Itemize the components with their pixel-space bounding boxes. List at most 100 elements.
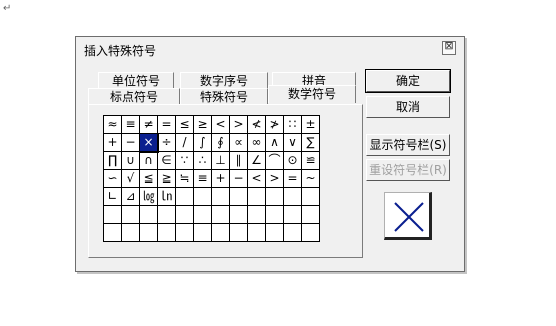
tab-unit-symbols[interactable]: 单位符号 bbox=[98, 72, 174, 88]
symbol-cell[interactable] bbox=[248, 224, 266, 242]
symbol-cell[interactable]: / bbox=[176, 134, 194, 152]
tab-label: 数字序号 bbox=[199, 74, 248, 88]
symbol-cell[interactable] bbox=[158, 206, 176, 224]
symbol-cell[interactable] bbox=[248, 188, 266, 206]
symbol-cell[interactable]: ∪ bbox=[122, 152, 140, 170]
symbol-cell[interactable]: ∫ bbox=[194, 134, 212, 152]
show-symbol-bar-button[interactable]: 显示符号栏(S) bbox=[366, 134, 450, 156]
symbol-cell[interactable]: ≌ bbox=[302, 152, 320, 170]
symbol-cell[interactable] bbox=[230, 206, 248, 224]
title-bar: 插入特殊符号 ⊠ bbox=[76, 37, 464, 61]
symbol-cell[interactable]: ∽ bbox=[104, 170, 122, 188]
symbol-cell[interactable]: ≥ bbox=[194, 116, 212, 134]
symbol-cell[interactable]: + bbox=[104, 134, 122, 152]
symbol-cell[interactable]: ∝ bbox=[230, 134, 248, 152]
symbol-cell[interactable]: ≡ bbox=[122, 116, 140, 134]
tab-label: 标点符号 bbox=[109, 90, 158, 104]
symbol-cell[interactable]: ~ bbox=[302, 170, 320, 188]
symbol-cell[interactable] bbox=[230, 188, 248, 206]
ok-button[interactable]: 确定 bbox=[365, 69, 451, 93]
paragraph-mark: ↵ bbox=[3, 3, 12, 14]
symbol-cell[interactable]: ∵ bbox=[176, 152, 194, 170]
symbol-cell[interactable]: ± bbox=[302, 116, 320, 134]
symbol-cell[interactable]: ㏑ bbox=[158, 188, 176, 206]
symbol-cell[interactable]: ∥ bbox=[230, 152, 248, 170]
symbol-cell[interactable]: ∞ bbox=[248, 134, 266, 152]
dialog-title: 插入特殊符号 bbox=[84, 44, 157, 58]
symbol-cell[interactable] bbox=[104, 206, 122, 224]
symbol-cell[interactable]: ≤ bbox=[176, 116, 194, 134]
symbol-cell[interactable] bbox=[194, 188, 212, 206]
symbol-cell[interactable]: × bbox=[139, 133, 159, 153]
symbol-cell[interactable] bbox=[248, 206, 266, 224]
symbol-cell[interactable]: − bbox=[230, 170, 248, 188]
symbol-cell[interactable]: = bbox=[284, 170, 302, 188]
symbol-cell[interactable]: ∷ bbox=[284, 116, 302, 134]
symbol-cell[interactable] bbox=[230, 224, 248, 242]
symbol-cell[interactable]: ≈ bbox=[104, 116, 122, 134]
symbol-cell[interactable]: ∩ bbox=[140, 152, 158, 170]
tab-punctuation[interactable]: 标点符号 bbox=[88, 88, 180, 104]
symbol-cell[interactable] bbox=[194, 224, 212, 242]
symbol-cell[interactable]: ≡ bbox=[194, 170, 212, 188]
tab-math-symbols[interactable]: 数学符号 bbox=[268, 85, 356, 103]
symbol-cell[interactable] bbox=[212, 224, 230, 242]
symbol-cell[interactable] bbox=[266, 188, 284, 206]
symbol-cell[interactable]: ∮ bbox=[212, 134, 230, 152]
symbol-cell[interactable] bbox=[212, 188, 230, 206]
symbol-cell[interactable] bbox=[122, 206, 140, 224]
symbol-cell[interactable]: ≧ bbox=[158, 170, 176, 188]
symbol-cell[interactable]: ≒ bbox=[176, 170, 194, 188]
symbol-cell[interactable] bbox=[176, 188, 194, 206]
symbol-cell[interactable]: ÷ bbox=[158, 134, 176, 152]
symbol-cell[interactable]: ∴ bbox=[194, 152, 212, 170]
symbol-cell[interactable] bbox=[212, 206, 230, 224]
symbol-cell[interactable] bbox=[194, 206, 212, 224]
symbol-cell[interactable] bbox=[140, 206, 158, 224]
symbol-cell[interactable]: ⌒ bbox=[266, 152, 284, 170]
symbol-cell[interactable]: − bbox=[122, 134, 140, 152]
symbol-cell[interactable] bbox=[176, 224, 194, 242]
symbol-cell[interactable]: ∏ bbox=[104, 152, 122, 170]
symbol-cell[interactable]: < bbox=[212, 116, 230, 134]
symbol-cell[interactable]: ≦ bbox=[140, 170, 158, 188]
tab-number-symbols[interactable]: 数字序号 bbox=[180, 72, 268, 88]
symbol-cell[interactable] bbox=[104, 224, 122, 242]
symbol-cell[interactable]: ∨ bbox=[284, 134, 302, 152]
symbol-cell[interactable]: ∠ bbox=[248, 152, 266, 170]
symbol-cell[interactable]: √ bbox=[122, 170, 140, 188]
symbol-cell[interactable]: ∈ bbox=[158, 152, 176, 170]
symbol-cell[interactable] bbox=[176, 206, 194, 224]
symbol-cell[interactable]: ∟ bbox=[104, 188, 122, 206]
symbol-cell[interactable]: + bbox=[212, 170, 230, 188]
symbol-cell[interactable] bbox=[122, 224, 140, 242]
symbol-cell[interactable]: ⊙ bbox=[284, 152, 302, 170]
tab-label: 数学符号 bbox=[287, 87, 336, 101]
insert-special-symbol-dialog: 插入特殊符号 ⊠ 单位符号 数字序号 拼音 标点符号 特殊符号 数学符号 ≈ ≡ ≠… bbox=[75, 36, 465, 272]
symbol-cell[interactable]: ≠ bbox=[140, 116, 158, 134]
symbol-cell[interactable]: = bbox=[158, 116, 176, 134]
symbol-cell[interactable]: ∧ bbox=[266, 134, 284, 152]
symbol-cell[interactable] bbox=[284, 206, 302, 224]
symbol-cell[interactable]: > bbox=[266, 170, 284, 188]
symbol-cell[interactable] bbox=[302, 206, 320, 224]
symbol-cell[interactable]: < bbox=[248, 170, 266, 188]
symbol-cell[interactable]: ㏒ bbox=[140, 188, 158, 206]
symbol-cell[interactable] bbox=[158, 224, 176, 242]
symbol-cell[interactable] bbox=[302, 188, 320, 206]
symbol-cell[interactable]: ⊿ bbox=[122, 188, 140, 206]
symbol-cell[interactable] bbox=[284, 224, 302, 242]
symbol-cell[interactable]: ≮ bbox=[248, 116, 266, 134]
symbol-cell[interactable]: ∑ bbox=[302, 134, 320, 152]
symbol-cell[interactable]: ≯ bbox=[266, 116, 284, 134]
symbol-cell[interactable] bbox=[140, 224, 158, 242]
symbol-cell[interactable]: > bbox=[230, 116, 248, 134]
symbol-cell[interactable] bbox=[302, 224, 320, 242]
symbol-cell[interactable]: ⊥ bbox=[212, 152, 230, 170]
symbol-cell[interactable] bbox=[266, 206, 284, 224]
symbol-cell[interactable] bbox=[284, 188, 302, 206]
tab-special-symbols[interactable]: 特殊符号 bbox=[180, 88, 268, 104]
symbol-cell[interactable] bbox=[266, 224, 284, 242]
cancel-button[interactable]: 取消 bbox=[366, 96, 450, 118]
close-button[interactable]: ⊠ bbox=[442, 39, 456, 55]
